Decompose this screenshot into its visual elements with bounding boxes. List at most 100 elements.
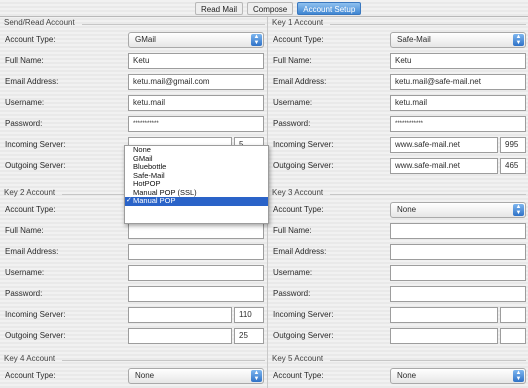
key1-account-group: Key 1 Account Account Type: Safe-Mail ▲ ▼… — [268, 18, 528, 198]
outgoing-server-label: Outgoing Server: — [5, 161, 66, 170]
full-name-label: Full Name: — [5, 56, 44, 65]
account-type-value: None — [397, 205, 417, 214]
username-row: Username: — [268, 263, 528, 284]
account-type-value: None — [397, 371, 417, 380]
full-name-label: Full Name: — [273, 226, 312, 235]
incoming-port-field[interactable]: 995 — [500, 137, 526, 153]
account-type-value: GMail — [135, 35, 156, 44]
email-field[interactable]: ketu.mail@gmail.com — [128, 74, 264, 90]
tab-read-mail[interactable]: Read Mail — [195, 2, 244, 15]
full-name-row: Full Name: — [268, 221, 528, 242]
outgoing-server-field[interactable] — [390, 328, 498, 344]
account-type-select[interactable]: None ▲ ▼ — [128, 368, 264, 384]
full-name-field[interactable]: Ketu — [390, 53, 526, 69]
incoming-server-field[interactable] — [128, 307, 232, 323]
username-field[interactable]: ketu.mail — [128, 95, 264, 111]
incoming-server-label: Incoming Server: — [273, 310, 334, 319]
key5-account-group: Key 5 Account Account Type: None ▲ ▼ — [268, 354, 528, 388]
email-field[interactable] — [390, 244, 526, 260]
username-row: Username: — [0, 263, 267, 284]
incoming-port-field[interactable]: 110 — [234, 307, 264, 323]
account-type-label: Account Type: — [273, 371, 324, 380]
outgoing-port-field[interactable]: 465 — [500, 158, 526, 174]
account-type-select[interactable]: None ▲ ▼ — [390, 202, 526, 218]
incoming-server-label: Incoming Server: — [5, 140, 66, 149]
select-arrows-icon: ▲▼ — [513, 370, 524, 382]
incoming-server-field[interactable]: www.safe-mail.net — [390, 137, 498, 153]
full-name-label: Full Name: — [5, 226, 44, 235]
account-type-value: Safe-Mail — [397, 35, 431, 44]
email-field[interactable] — [128, 244, 264, 260]
email-row: Email Address: — [268, 242, 528, 263]
password-label: Password: — [5, 119, 43, 128]
select-arrows-icon: ▲▼ — [513, 204, 524, 216]
group-divider — [330, 24, 526, 25]
incoming-server-row: Incoming Server: — [268, 305, 528, 326]
email-field[interactable]: ketu.mail@safe-mail.net — [390, 74, 526, 90]
account-type-label: Account Type: — [5, 371, 56, 380]
account-type-label: Account Type: — [273, 35, 324, 44]
password-field[interactable]: *********** — [128, 116, 264, 132]
account-type-value: None — [135, 371, 155, 380]
password-field[interactable]: ************ — [390, 116, 526, 132]
group-title: Key 4 Account — [4, 354, 56, 363]
incoming-port-field[interactable] — [500, 307, 526, 323]
outgoing-server-field[interactable] — [128, 328, 232, 344]
incoming-server-row: Incoming Server: www.safe-mail.net 995 — [268, 135, 528, 156]
outgoing-port-field[interactable]: 25 — [234, 328, 264, 344]
full-name-row: Full Name: Ketu — [268, 51, 528, 72]
email-row: Email Address: — [0, 242, 267, 263]
outgoing-server-row: Outgoing Server: 25 — [0, 326, 267, 347]
email-row: Email Address: ketu.mail@gmail.com — [0, 72, 267, 93]
username-field[interactable]: ketu.mail — [390, 95, 526, 111]
account-type-label: Account Type: — [5, 35, 56, 44]
outgoing-server-label: Outgoing Server: — [273, 331, 334, 340]
group-title: Key 5 Account — [272, 354, 324, 363]
password-field[interactable] — [390, 286, 526, 302]
email-label: Email Address: — [5, 247, 59, 256]
username-label: Username: — [273, 98, 313, 107]
username-row: Username: ketu.mail — [0, 93, 267, 114]
full-name-label: Full Name: — [273, 56, 312, 65]
account-type-select[interactable]: None ▲ ▼ — [390, 368, 526, 384]
email-label: Email Address: — [273, 247, 327, 256]
outgoing-server-label: Outgoing Server: — [5, 331, 66, 340]
full-name-field[interactable]: Ketu — [128, 53, 264, 69]
tab-account-setup[interactable]: Account Setup — [297, 2, 362, 15]
outgoing-port-field[interactable] — [500, 328, 526, 344]
select-arrows-icon: ▲▼ — [251, 370, 262, 382]
password-label: Password: — [273, 119, 311, 128]
account-type-row: Account Type: GMail ▲ ▼ — [0, 30, 267, 51]
password-field[interactable] — [128, 286, 264, 302]
outgoing-server-field[interactable]: www.safe-mail.net — [390, 158, 498, 174]
tab-compose[interactable]: Compose — [247, 2, 294, 15]
dropdown-option-manual-pop[interactable]: ✓ Manual POP — [125, 196, 268, 206]
account-type-label: Account Type: — [5, 205, 56, 214]
outgoing-server-label: Outgoing Server: — [273, 161, 334, 170]
password-row: Password: — [0, 284, 267, 305]
account-type-select[interactable]: GMail ▲ ▼ — [128, 32, 264, 48]
username-field[interactable] — [128, 265, 264, 281]
full-name-row: Full Name: — [0, 221, 267, 242]
incoming-server-label: Incoming Server: — [5, 310, 66, 319]
email-row: Email Address: ketu.mail@safe-mail.net — [268, 72, 528, 93]
key4-account-group: Key 4 Account Account Type: None ▲ ▼ — [0, 354, 267, 388]
top-divider — [0, 16, 528, 17]
incoming-server-field[interactable] — [390, 307, 498, 323]
full-name-field[interactable] — [128, 223, 264, 239]
password-row: Password: ************ — [268, 114, 528, 135]
email-label: Email Address: — [5, 77, 59, 86]
username-label: Username: — [273, 268, 313, 277]
username-field[interactable] — [390, 265, 526, 281]
password-label: Password: — [273, 289, 311, 298]
account-type-select[interactable]: Safe-Mail ▲ ▼ — [390, 32, 526, 48]
group-divider — [62, 360, 265, 361]
group-title: Key 1 Account — [272, 18, 324, 27]
username-row: Username: ketu.mail — [268, 93, 528, 114]
dropdown-option-label: Manual POP — [133, 196, 176, 205]
username-label: Username: — [5, 268, 45, 277]
group-divider — [330, 194, 526, 195]
group-title: Key 3 Account — [272, 188, 324, 197]
account-type-row: Account Type: Safe-Mail ▲ ▼ — [268, 30, 528, 51]
full-name-field[interactable] — [390, 223, 526, 239]
